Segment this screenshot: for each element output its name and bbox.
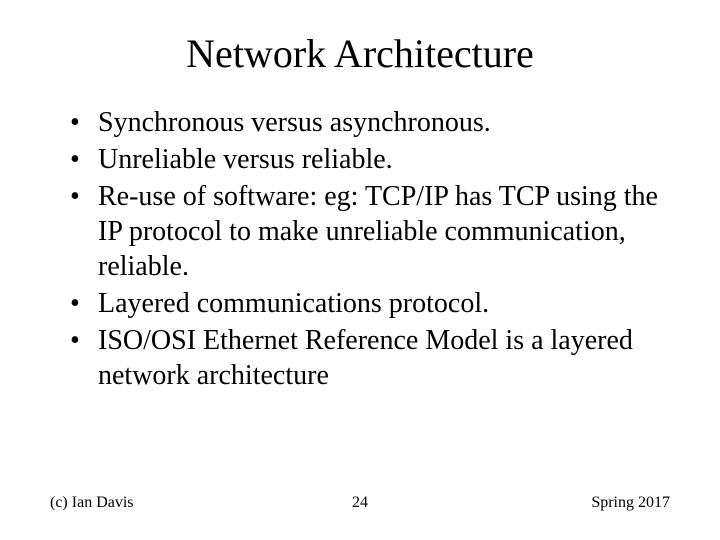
- list-item: Synchronous versus asynchronous.: [70, 105, 670, 140]
- footer-copyright: (c) Ian Davis: [50, 494, 134, 512]
- bullet-list: Synchronous versus asynchronous. Unrelia…: [50, 105, 670, 393]
- slide-footer: (c) Ian Davis 24 Spring 2017: [50, 494, 670, 512]
- list-item: Layered communications protocol.: [70, 286, 670, 321]
- list-item: Re-use of software: eg: TCP/IP has TCP u…: [70, 179, 670, 284]
- footer-term: Spring 2017: [591, 494, 670, 512]
- slide-title: Network Architecture: [50, 30, 670, 77]
- footer-page-number: 24: [352, 494, 368, 512]
- list-item: ISO/OSI Ethernet Reference Model is a la…: [70, 323, 670, 393]
- list-item: Unreliable versus reliable.: [70, 142, 670, 177]
